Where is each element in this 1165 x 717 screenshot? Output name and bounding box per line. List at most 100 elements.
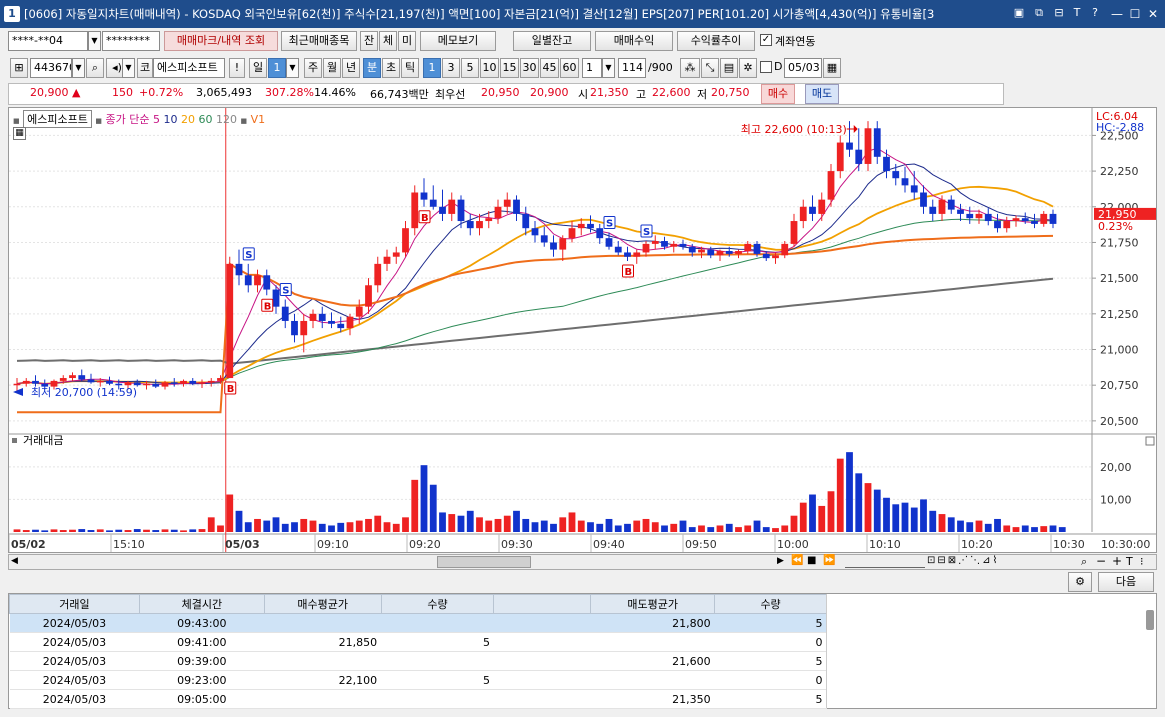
account-dropdown[interactable]: ▼ <box>88 31 101 51</box>
candle-body <box>291 320 298 336</box>
table-view-icon[interactable]: ▦ <box>13 127 26 140</box>
recent-trades-button[interactable]: 최근매매종목 <box>281 31 357 51</box>
trade-profit-button[interactable]: 매매수익 <box>595 31 673 51</box>
candle-chart[interactable]: 22,50022,25022,00021,75021,50021,25021,0… <box>8 108 1156 552</box>
sell-button[interactable]: 매도 <box>805 84 839 104</box>
help-icon[interactable]: ? <box>1088 6 1102 20</box>
pending-button[interactable]: 미 <box>398 31 416 51</box>
week-button[interactable]: 주 <box>304 58 322 78</box>
day-dropdown[interactable]: ▼ <box>286 58 299 78</box>
col-exec-time[interactable]: 체결시간 <box>138 594 265 614</box>
period-60-button[interactable]: 60 <box>560 58 579 78</box>
date-check-label: D <box>774 60 783 73</box>
forward-icon[interactable]: ⏩ <box>823 555 835 566</box>
legend-ma20: 20 <box>180 113 195 126</box>
next-button[interactable]: 다음 <box>1098 572 1154 592</box>
col-buy-qty[interactable]: 수량 <box>380 594 495 614</box>
col-sell-avg[interactable]: 매도평균가 <box>590 594 716 614</box>
draw-tools-icon[interactable]: ⊡⊟⊠⋰⋱⊿⌇ <box>927 555 999 566</box>
day-button[interactable]: 일 <box>249 58 267 78</box>
zoom-icon[interactable]: ⌕ <box>1081 555 1087 569</box>
bars-input[interactable]: 114 <box>618 58 646 78</box>
col-sell-qty[interactable]: 수량 <box>714 594 827 614</box>
period-30-button[interactable]: 30 <box>520 58 539 78</box>
chart-panel[interactable]: 22,500 22,250 22,000 21,750 21,500 21,250 21,0… <box>8 107 1157 553</box>
return-trend-button[interactable]: 수익률추이 <box>677 31 755 51</box>
candle-body <box>69 375 76 379</box>
tick-button[interactable]: 틱 <box>401 58 419 78</box>
password-input[interactable]: ******** <box>102 31 160 51</box>
zoom-out-icon[interactable]: − <box>1096 554 1106 568</box>
sound-dropdown[interactable]: ▼ <box>122 58 135 78</box>
volume-bar <box>50 529 58 532</box>
maximize-button[interactable]: ☐ <box>1126 5 1144 23</box>
candle-body <box>281 306 289 321</box>
alert-button[interactable]: ! <box>229 58 245 78</box>
stock-code-dropdown[interactable]: ▼ <box>72 58 85 78</box>
search-icon[interactable]: ⌕ <box>86 58 104 78</box>
rewind-icon[interactable]: ⏪ <box>791 555 803 566</box>
more-icon[interactable]: ⁝ <box>1140 555 1144 568</box>
gear-icon[interactable]: ⚙ <box>1068 572 1092 592</box>
calendar-icon[interactable]: ▦ <box>823 58 841 78</box>
text-tool-icon[interactable]: T <box>1126 555 1133 568</box>
candle-body <box>300 320 308 336</box>
candle-body <box>883 156 890 172</box>
account-link-checkbox[interactable]: ✓ <box>760 34 772 46</box>
buy-button[interactable]: 매수 <box>761 84 795 104</box>
account-input[interactable]: ****-**04 <box>8 31 88 51</box>
period-15-button[interactable]: 15 <box>500 58 519 78</box>
period-10-button[interactable]: 10 <box>480 58 499 78</box>
period-3-button[interactable]: 3 <box>442 58 460 78</box>
minute-button[interactable]: 분 <box>363 58 381 78</box>
month-button[interactable]: 월 <box>323 58 341 78</box>
close-button[interactable]: ✕ <box>1144 5 1162 23</box>
col-trade-date[interactable]: 거래일 <box>9 594 140 614</box>
memo-button[interactable]: 메모보기 <box>420 31 496 51</box>
layout-icon[interactable]: ▣ <box>1012 6 1026 20</box>
stop-icon[interactable]: ■ <box>807 555 816 566</box>
copy-window-icon[interactable]: ⧉ <box>1032 6 1046 20</box>
period-5-button[interactable]: 5 <box>461 58 479 78</box>
scroll-right-icon[interactable]: ▶ <box>777 556 784 566</box>
price-bar: 20,900 ▲ 150 +0.72% 3,065,493 307.28% 14… <box>0 83 1165 105</box>
pin-icon[interactable]: ⊟ <box>1052 6 1066 20</box>
chart-scroll-bar[interactable]: ◀ ▶ ⏪ ■ ⏩ ⊡⊟⊠⋰⋱⊿⌇ ⌕ − + T ⁝ <box>8 554 1157 570</box>
period-45-button[interactable]: 45 <box>540 58 559 78</box>
scroll-left-icon[interactable]: ◀ <box>11 556 18 566</box>
table-row[interactable]: 2024/05/03 09:41:00 21,850 5 0 <box>9 632 827 652</box>
candle-body <box>374 263 382 286</box>
year-button[interactable]: 년 <box>342 58 360 78</box>
volume-bar <box>559 517 567 532</box>
executed-button[interactable]: 체 <box>379 31 397 51</box>
scroll-thumb[interactable] <box>437 556 531 568</box>
gear-icon[interactable]: ✲ <box>739 58 757 78</box>
font-size-icon[interactable]: T <box>1070 6 1084 20</box>
zoom-slider[interactable] <box>845 556 925 568</box>
indicator-icon[interactable]: ⁂ <box>680 58 700 78</box>
date-input[interactable]: 05/03 <box>784 58 822 78</box>
count-input[interactable]: 1 <box>582 58 602 78</box>
count-dropdown[interactable]: ▼ <box>602 58 615 78</box>
zoom-in-icon[interactable]: + <box>1112 554 1122 568</box>
period-1-button[interactable]: 1 <box>423 58 441 78</box>
col-buy-avg[interactable]: 매수평균가 <box>263 594 382 614</box>
table-row[interactable]: 2024/05/03 09:05:00 21,350 5 <box>9 689 827 709</box>
candle-body <box>244 275 252 286</box>
daily-balance-button[interactable]: 일별잔고 <box>513 31 591 51</box>
table-row[interactable]: 2024/05/03 09:39:00 21,600 5 <box>9 651 827 671</box>
grid-scroll-thumb[interactable] <box>1146 610 1154 630</box>
day-value[interactable]: 1 <box>268 58 286 78</box>
trade-marker-query-button[interactable]: 매매마크/내역 조회 <box>164 31 278 51</box>
table-row[interactable]: 2024/05/03 09:43:00 21,800 5 <box>9 613 827 633</box>
second-button[interactable]: 초 <box>382 58 400 78</box>
candle-body <box>716 251 724 256</box>
balance-button[interactable]: 잔 <box>360 31 378 51</box>
save-icon[interactable]: ▤ <box>720 58 738 78</box>
stock-code-input[interactable]: 443670 <box>30 58 72 78</box>
stock-search-icon[interactable]: ⊞ <box>10 58 28 78</box>
draw-tool-icon[interactable]: ⤡ <box>701 58 719 78</box>
minimize-button[interactable]: — <box>1108 5 1126 23</box>
table-row[interactable]: 2024/05/03 09:23:00 22,100 5 0 <box>9 670 827 690</box>
date-checkbox[interactable] <box>760 61 772 73</box>
